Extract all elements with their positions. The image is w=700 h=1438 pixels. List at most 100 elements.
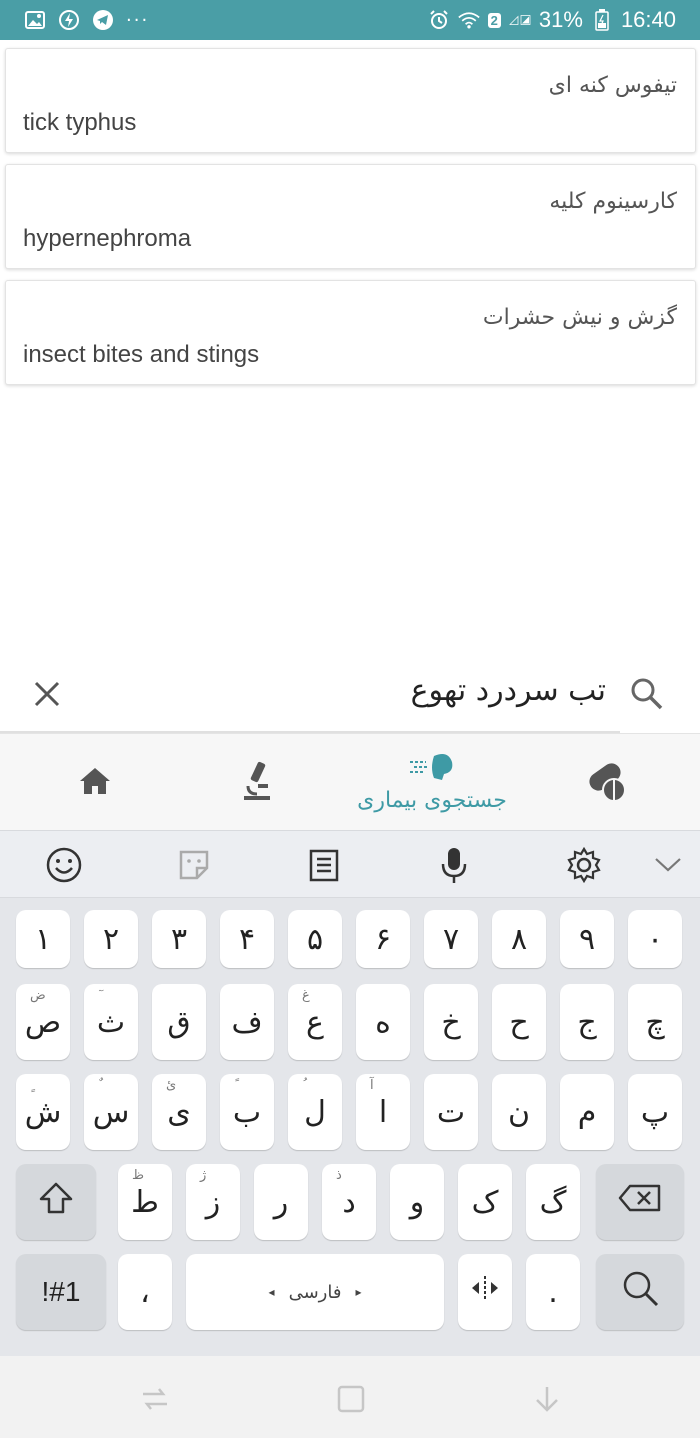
key[interactable]: ه — [356, 984, 410, 1060]
key-label: ش — [24, 1094, 62, 1130]
key[interactable]: ظط — [118, 1164, 172, 1240]
gear-icon[interactable] — [564, 845, 604, 885]
home-icon — [78, 766, 112, 800]
symbols-key[interactable]: !#1 — [16, 1254, 106, 1330]
shift-key[interactable] — [16, 1164, 96, 1240]
cursor-move-icon — [468, 1274, 502, 1310]
recents-icon[interactable] — [138, 1382, 172, 1416]
key-hint: ظ — [132, 1168, 145, 1183]
key[interactable]: ۴ — [220, 910, 274, 968]
result-card[interactable]: تیفوس کنه ای tick typhus — [5, 48, 696, 153]
key[interactable]: ۵ — [288, 910, 342, 968]
key[interactable]: ۳ — [152, 910, 206, 968]
key[interactable]: م — [560, 1074, 614, 1150]
tab-label: جستجوی بیماری — [357, 788, 507, 813]
search-icon[interactable] — [630, 677, 664, 711]
clipboard-icon[interactable] — [304, 845, 344, 885]
result-card[interactable]: گزش و نیش حشرات insect bites and stings — [5, 280, 696, 385]
backspace-key[interactable] — [596, 1164, 684, 1240]
key[interactable]: آا — [356, 1074, 410, 1150]
key[interactable]: ٓث — [84, 984, 138, 1060]
key-label: خ — [441, 1004, 461, 1040]
key-label: ق — [167, 1004, 191, 1040]
sticker-icon[interactable] — [174, 845, 214, 885]
tab-disease-search[interactable]: جستجوی بیماری — [340, 734, 524, 831]
key[interactable]: ُل — [288, 1074, 342, 1150]
key-label: س — [92, 1094, 130, 1130]
key[interactable]: چ — [628, 984, 682, 1060]
key-label: م — [577, 1094, 597, 1130]
key[interactable]: ۹ — [560, 910, 614, 968]
close-icon[interactable] — [30, 677, 64, 711]
arrow-left-icon: ◂ — [268, 1285, 275, 1299]
key[interactable]: ًب — [220, 1074, 274, 1150]
key[interactable]: ۱ — [16, 910, 70, 968]
tab-lab[interactable] — [222, 734, 292, 831]
period-key[interactable]: . — [526, 1254, 580, 1330]
battery-percent: 31% — [538, 7, 583, 32]
sim-badge: 2 — [487, 12, 501, 28]
system-icons: 2 31% 16:40 — [428, 7, 676, 33]
key[interactable]: ئی — [152, 1074, 206, 1150]
key-label: ز — [205, 1184, 221, 1220]
battery-icon — [591, 9, 613, 31]
space-key[interactable]: ◂ فارسی ▸ — [186, 1254, 444, 1330]
comma-key[interactable]: ، — [118, 1254, 172, 1330]
search-input[interactable]: تب سردرد تهوع — [411, 673, 606, 708]
arrow-right-icon: ▸ — [355, 1285, 362, 1299]
key[interactable]: ک — [458, 1164, 512, 1240]
key[interactable]: ذد — [322, 1164, 376, 1240]
key[interactable]: ۸ — [492, 910, 546, 968]
key[interactable]: ۲ — [84, 910, 138, 968]
chevron-down-icon[interactable] — [648, 845, 688, 885]
key[interactable]: ۰ — [628, 910, 682, 968]
key-label: ی — [167, 1094, 191, 1130]
tab-home[interactable] — [60, 734, 130, 831]
key-label: ک — [471, 1184, 499, 1220]
keyboard-toolbar — [0, 830, 700, 898]
key-hint: غ — [302, 988, 310, 1003]
result-persian-name: تیفوس کنه ای — [548, 73, 677, 98]
key[interactable]: ٍش — [16, 1074, 70, 1150]
tab-drugs[interactable] — [572, 734, 642, 831]
key[interactable]: ف — [220, 984, 274, 1060]
key[interactable]: گ — [526, 1164, 580, 1240]
key-label: ج — [577, 1004, 597, 1040]
emoji-icon[interactable] — [44, 845, 84, 885]
key[interactable]: پ — [628, 1074, 682, 1150]
key[interactable]: و — [390, 1164, 444, 1240]
home-button-icon[interactable] — [334, 1382, 368, 1416]
key[interactable]: ۷ — [424, 910, 478, 968]
key[interactable]: ژز — [186, 1164, 240, 1240]
key-label: پ — [640, 1094, 670, 1130]
key-label: ت — [436, 1094, 466, 1130]
telegram-icon — [92, 9, 114, 31]
key[interactable]: ج — [560, 984, 614, 1060]
key[interactable]: غع — [288, 984, 342, 1060]
sneeze-icon — [408, 752, 456, 786]
key-label: ن — [507, 1094, 531, 1130]
mic-icon[interactable] — [434, 845, 474, 885]
key[interactable]: ۶ — [356, 910, 410, 968]
gallery-icon — [24, 9, 46, 31]
search-bar: تب سردرد تهوع — [0, 655, 700, 733]
key[interactable]: ٌس — [84, 1074, 138, 1150]
key[interactable]: ق — [152, 984, 206, 1060]
key[interactable]: ن — [492, 1074, 546, 1150]
key-hint: ذ — [336, 1168, 342, 1183]
power-saving-icon — [58, 9, 80, 31]
key-hint: ض — [30, 988, 46, 1003]
alarm-icon — [428, 9, 450, 31]
result-card[interactable]: کارسینوم کلیه hypernephroma — [5, 164, 696, 269]
clock: 16:40 — [620, 7, 676, 32]
key[interactable]: خ — [424, 984, 478, 1060]
cursor-key[interactable] — [458, 1254, 512, 1330]
system-nav-bar — [0, 1356, 700, 1438]
back-down-icon[interactable] — [530, 1382, 564, 1416]
search-key[interactable] — [596, 1254, 684, 1330]
bottom-tab-bar: جستجوی بیماری — [0, 733, 700, 830]
key[interactable]: ح — [492, 984, 546, 1060]
key[interactable]: ت — [424, 1074, 478, 1150]
key[interactable]: ضص — [16, 984, 70, 1060]
key[interactable]: ر — [254, 1164, 308, 1240]
